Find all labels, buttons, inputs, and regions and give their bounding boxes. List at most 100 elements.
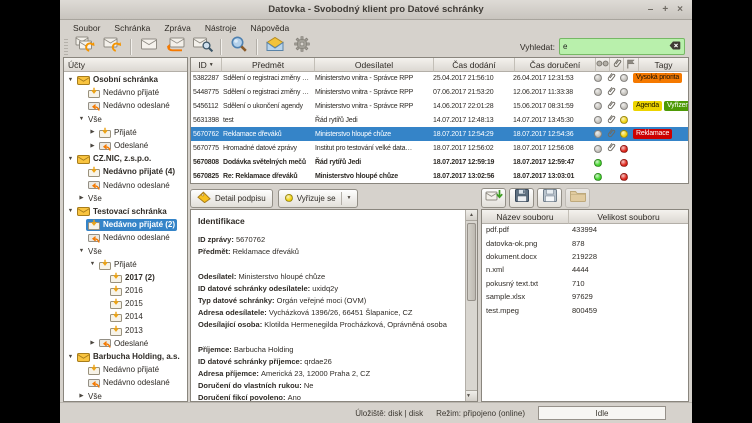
toolbar-drag-handle[interactable] bbox=[64, 39, 68, 55]
scroll-down-icon[interactable]: ▼ bbox=[466, 390, 477, 401]
column-header-attachment[interactable] bbox=[610, 58, 624, 72]
attachment-row-pokusny-text-txt[interactable]: pokusný text.txt710 bbox=[482, 277, 688, 290]
expander-icon[interactable]: ▼ bbox=[66, 77, 75, 83]
attachment-row-sample-xlsx[interactable]: sample.xlsx97629 bbox=[482, 290, 688, 303]
tree-item-nedavno-odeslane[interactable]: Nedávno odeslané bbox=[64, 99, 187, 112]
tree-item-vse[interactable]: ▶Vše bbox=[64, 192, 187, 205]
tree-item-nedavno-prijate[interactable]: Nedávno přijaté bbox=[64, 86, 187, 99]
save-attachment-button[interactable] bbox=[481, 188, 506, 208]
tree-item-nedavno-prijate-2[interactable]: Nedávno přijaté (2) bbox=[64, 218, 187, 231]
message-row-5670808[interactable]: 5670808Dodávka světelných mečůŘád rytířů… bbox=[191, 156, 688, 170]
reply-button[interactable] bbox=[163, 36, 188, 57]
message-row-5456112[interactable]: 5456112Sdělení o ukončení agendyMinister… bbox=[191, 99, 688, 113]
tree-item-2016[interactable]: 2016 bbox=[64, 284, 187, 297]
expander-icon[interactable]: ▶ bbox=[88, 143, 97, 149]
save-attachment-as-button[interactable] bbox=[537, 188, 562, 208]
attachment-row-datovka-ok-png[interactable]: datovka-ok.png878 bbox=[482, 236, 688, 249]
column-header-acceptance-time[interactable]: Čas doručení bbox=[515, 58, 596, 72]
expander-icon[interactable]: ▼ bbox=[66, 156, 75, 162]
column-header-read-status[interactable] bbox=[596, 58, 610, 72]
tree-item-nedavno-odeslane[interactable]: Nedávno odeslané bbox=[64, 376, 187, 389]
account-envelope-icon bbox=[77, 154, 90, 164]
search-message-button[interactable] bbox=[226, 36, 251, 57]
column-header-tags[interactable]: Tagy bbox=[639, 58, 688, 72]
close-button[interactable]: × bbox=[677, 5, 683, 15]
column-header-subject[interactable]: Předmět bbox=[222, 58, 315, 72]
column-header-id[interactable]: ID▼ bbox=[191, 58, 222, 72]
cell-subject: Dodávka světelných mečů bbox=[221, 156, 313, 170]
attachment-row-pdf-pdf[interactable]: pdf.pdf433994 bbox=[482, 223, 688, 236]
column-header-sender[interactable]: Odesílatel bbox=[315, 58, 434, 72]
scroll-up-icon[interactable]: ▲ bbox=[466, 210, 477, 221]
tree-item-prijate[interactable]: ▼Přijaté bbox=[64, 258, 187, 271]
search-input[interactable] bbox=[563, 42, 669, 51]
tree-item-2013[interactable]: 2013 bbox=[64, 324, 187, 337]
column-header-file-size[interactable]: Velikost souboru bbox=[569, 210, 688, 224]
tree-item-odeslane[interactable]: ▶Odeslané bbox=[64, 139, 187, 152]
search-message-icon bbox=[228, 35, 250, 58]
tree-item-2015[interactable]: 2015 bbox=[64, 297, 187, 310]
expander-icon[interactable]: ▶ bbox=[77, 393, 86, 399]
open-attachment-button[interactable] bbox=[565, 188, 590, 208]
verify-message-button[interactable] bbox=[190, 36, 215, 57]
send-message-button[interactable] bbox=[262, 36, 287, 57]
expander-icon[interactable]: ▶ bbox=[88, 340, 97, 346]
open-attachment-folder-icon bbox=[569, 188, 587, 208]
new-message-button[interactable] bbox=[136, 36, 161, 57]
scrollbar-thumb[interactable] bbox=[467, 223, 476, 301]
column-header-file-name[interactable]: Název souboru bbox=[482, 210, 569, 224]
tree-item-prijate[interactable]: ▶Přijaté bbox=[64, 126, 187, 139]
tree-item-cz-nic-z-s-p-o[interactable]: ▼CZ.NIC, z.s.p.o. bbox=[64, 152, 187, 165]
detail-scrollbar[interactable]: ▲ ▼ bbox=[465, 210, 477, 401]
expander-icon[interactable]: ▼ bbox=[77, 116, 86, 122]
message-row-5670762[interactable]: 5670762Reklamace dřevákůMinisterstvo hlo… bbox=[191, 127, 688, 141]
expander-icon[interactable]: ▶ bbox=[88, 129, 97, 135]
tree-item-2014[interactable]: 2014 bbox=[64, 310, 187, 323]
maximize-button[interactable]: + bbox=[662, 5, 668, 15]
attachment-row-dokument-docx[interactable]: dokument.docx219228 bbox=[482, 250, 688, 263]
clear-search-icon[interactable] bbox=[669, 41, 681, 52]
column-header-delivery-time[interactable]: Čas dodání bbox=[434, 58, 515, 72]
minimize-button[interactable]: – bbox=[648, 5, 654, 15]
menubar-item-napoveda[interactable]: Nápověda bbox=[245, 22, 294, 34]
expander-icon[interactable]: ▶ bbox=[77, 195, 86, 201]
column-header-process-status[interactable] bbox=[624, 58, 639, 72]
tag-vysoka-priorita: Vysoká priorita bbox=[633, 73, 682, 83]
tree-item-nedavno-prijate[interactable]: Nedávno přijaté bbox=[64, 363, 187, 376]
detail-field-typ-datove-schranky: Typ datové schránky: Orgán veřejné moci … bbox=[198, 295, 458, 307]
message-row-5670775[interactable]: 5670775Hromadné datové zprávyInstitut pr… bbox=[191, 141, 688, 155]
attachment-row-n-xml[interactable]: n.xml4444 bbox=[482, 263, 688, 276]
tree-item-nedavno-odeslane[interactable]: Nedávno odeslané bbox=[64, 179, 187, 192]
sync-all-accounts-button[interactable] bbox=[73, 36, 98, 57]
attachment-row-test-mpeg[interactable]: test.mpeg800459 bbox=[482, 303, 688, 316]
tree-item-nedavno-odeslane[interactable]: Nedávno odeslané bbox=[64, 231, 187, 244]
attachment-file-size: 97629 bbox=[568, 292, 688, 301]
tree-item-barbucha-holding-a-s[interactable]: ▼Barbucha Holding, a.s. bbox=[64, 350, 187, 363]
message-row-5631398[interactable]: 5631398testŘád rytířů Jedi14.07.2017 12:… bbox=[191, 113, 688, 127]
message-row-5382287[interactable]: 5382287Sdělení o registraci změny …Minis… bbox=[191, 71, 688, 85]
tree-item-vse[interactable]: ▼Vše bbox=[64, 244, 187, 257]
menubar-item-schranka[interactable]: Schránka bbox=[109, 22, 155, 34]
tree-item-2017-2[interactable]: 2017 (2) bbox=[64, 271, 187, 284]
settings-button[interactable] bbox=[289, 36, 314, 57]
tree-item-osobni-schranka[interactable]: ▼Osobní schránka bbox=[64, 73, 187, 86]
message-row-5670825[interactable]: 5670825Re: Reklamace dřevákůMinisterstvo… bbox=[191, 170, 688, 183]
tree-item-vse[interactable]: ▶Vše bbox=[64, 390, 187, 402]
message-row-5448775[interactable]: 5448775Sdělení o registraci změny …Minis… bbox=[191, 85, 688, 99]
new-message-icon bbox=[138, 35, 160, 58]
menubar-item-soubor[interactable]: Soubor bbox=[68, 22, 105, 34]
expander-icon[interactable]: ▼ bbox=[77, 248, 86, 254]
tree-item-nedavno-prijate-4[interactable]: Nedávno přijaté (4) bbox=[64, 165, 187, 178]
expander-icon[interactable]: ▼ bbox=[66, 354, 75, 360]
signature-detail-button[interactable]: Detail podpisu bbox=[190, 189, 273, 208]
save-all-attachments-button[interactable] bbox=[509, 188, 534, 208]
menubar-item-zprava[interactable]: Zpráva bbox=[159, 22, 195, 34]
expander-icon[interactable]: ▼ bbox=[66, 208, 75, 214]
expander-icon[interactable]: ▼ bbox=[88, 261, 97, 267]
tree-item-vse[interactable]: ▼Vše bbox=[64, 113, 187, 126]
menubar-item-nastroje[interactable]: Nástroje bbox=[200, 22, 242, 34]
process-status-dropdown[interactable]: Vyřizuje se ▼ bbox=[278, 189, 359, 208]
tree-item-testovaci-schranka[interactable]: ▼Testovací schránka bbox=[64, 205, 187, 218]
sync-account-button[interactable] bbox=[100, 36, 125, 57]
tree-item-odeslane[interactable]: ▶Odeslané bbox=[64, 337, 187, 350]
